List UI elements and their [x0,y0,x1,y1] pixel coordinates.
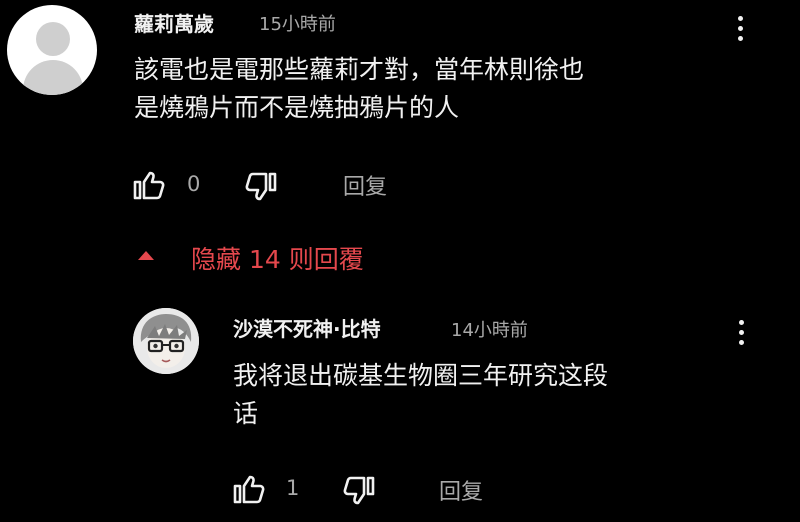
reply-text-line: 我将退出碳基生物圈三年研究这段 [233,361,609,390]
thumbs-up-icon[interactable] [133,170,165,200]
reply-button[interactable]: 回复 [439,474,483,506]
thumbs-up-icon[interactable] [233,474,265,504]
comment-text-line: 該電也是電那些蘿莉才對，當年林則徐也 [134,55,585,84]
comment-text: 該電也是電那些蘿莉才對，當年林則徐也 是燒鴉片而不是燒抽鴉片的人 [134,51,734,127]
more-vert-icon[interactable] [735,320,747,345]
reply-timestamp: 14小時前 [451,320,528,341]
comment-author[interactable]: 蘿莉萬歲 [134,8,214,37]
caret-up-icon[interactable] [138,251,154,260]
reply-text-line: 话 [233,399,259,428]
reply-button[interactable]: 回复 [343,169,387,201]
reply-text: 我将退出碳基生物圈三年研究这段 话 [233,357,733,433]
like-count: 0 [187,172,201,196]
hide-replies-button[interactable]: 隐藏 14 则回覆 [191,240,364,276]
more-vert-icon[interactable] [734,16,746,41]
default-user-body-icon [23,60,83,95]
like-count: 1 [286,476,300,500]
thumbs-down-icon[interactable] [245,172,277,202]
reply-avatar[interactable] [133,308,199,374]
commenter-avatar[interactable] [7,5,97,95]
thumbs-down-icon[interactable] [343,476,375,506]
comment-timestamp: 15小時前 [259,14,336,35]
reply-author[interactable]: 沙漠不死神·比特 [233,313,381,342]
comment-text-line: 是燒鴉片而不是燒抽鴉片的人 [134,93,460,122]
default-user-head-icon [36,22,70,56]
anime-avatar-icon [133,308,199,374]
